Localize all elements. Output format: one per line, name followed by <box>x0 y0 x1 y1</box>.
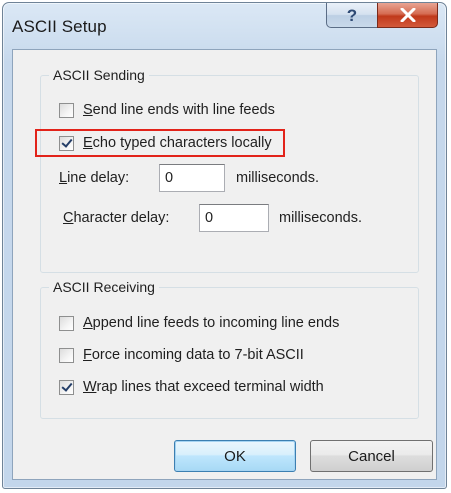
wrap-lines-checkbox-row[interactable]: Wrap lines that exceed terminal width <box>59 376 324 398</box>
char-delay-row: Character delay: milliseconds. <box>63 204 362 232</box>
send-line-ends-label: Send line ends with line feeds <box>83 102 275 118</box>
ok-button[interactable]: OK <box>174 440 296 472</box>
line-delay-label: Line delay: <box>59 170 130 186</box>
close-button[interactable] <box>377 3 438 28</box>
force-7bit-checkbox[interactable] <box>59 347 74 363</box>
help-button[interactable]: ? <box>326 3 378 28</box>
dialog-title: ASCII Setup <box>12 17 107 36</box>
append-line-feeds-label: Append line feeds to incoming line ends <box>83 315 340 331</box>
close-icon <box>400 8 415 22</box>
echo-typed-checkbox-row[interactable]: Echo typed characters locally <box>59 132 272 154</box>
help-icon: ? <box>346 5 358 25</box>
caption-buttons: ? <box>326 3 438 30</box>
cancel-button[interactable]: Cancel <box>310 440 433 472</box>
line-delay-row: Line delay: milliseconds. <box>59 164 319 192</box>
ascii-receiving-legend: ASCII Receiving <box>49 279 159 295</box>
line-delay-units: milliseconds. <box>236 170 319 186</box>
send-line-ends-checkbox[interactable] <box>59 102 74 118</box>
ascii-sending-legend: ASCII Sending <box>49 67 149 83</box>
force-7bit-checkbox-row[interactable]: Force incoming data to 7-bit ASCII <box>59 344 304 366</box>
wrap-lines-checkbox[interactable] <box>59 379 74 395</box>
force-7bit-label: Force incoming data to 7-bit ASCII <box>83 347 304 363</box>
send-line-ends-checkbox-row[interactable]: Send line ends with line feeds <box>59 99 275 121</box>
char-delay-units: milliseconds. <box>279 210 362 226</box>
append-line-feeds-checkbox[interactable] <box>59 315 74 331</box>
ascii-setup-dialog: ASCII Setup ? ASCII Sending Send line en… <box>2 2 447 489</box>
char-delay-input[interactable] <box>199 204 269 232</box>
dialog-body: ASCII Sending Send line ends with line f… <box>12 49 437 480</box>
echo-typed-checkbox[interactable] <box>59 135 74 151</box>
char-delay-label: Character delay: <box>63 210 170 226</box>
line-delay-input[interactable] <box>159 164 225 192</box>
append-line-feeds-checkbox-row[interactable]: Append line feeds to incoming line ends <box>59 312 339 334</box>
wrap-lines-label: Wrap lines that exceed terminal width <box>83 379 324 395</box>
title-bar[interactable]: ASCII Setup ? <box>3 3 446 49</box>
echo-typed-label: Echo typed characters locally <box>83 135 272 151</box>
